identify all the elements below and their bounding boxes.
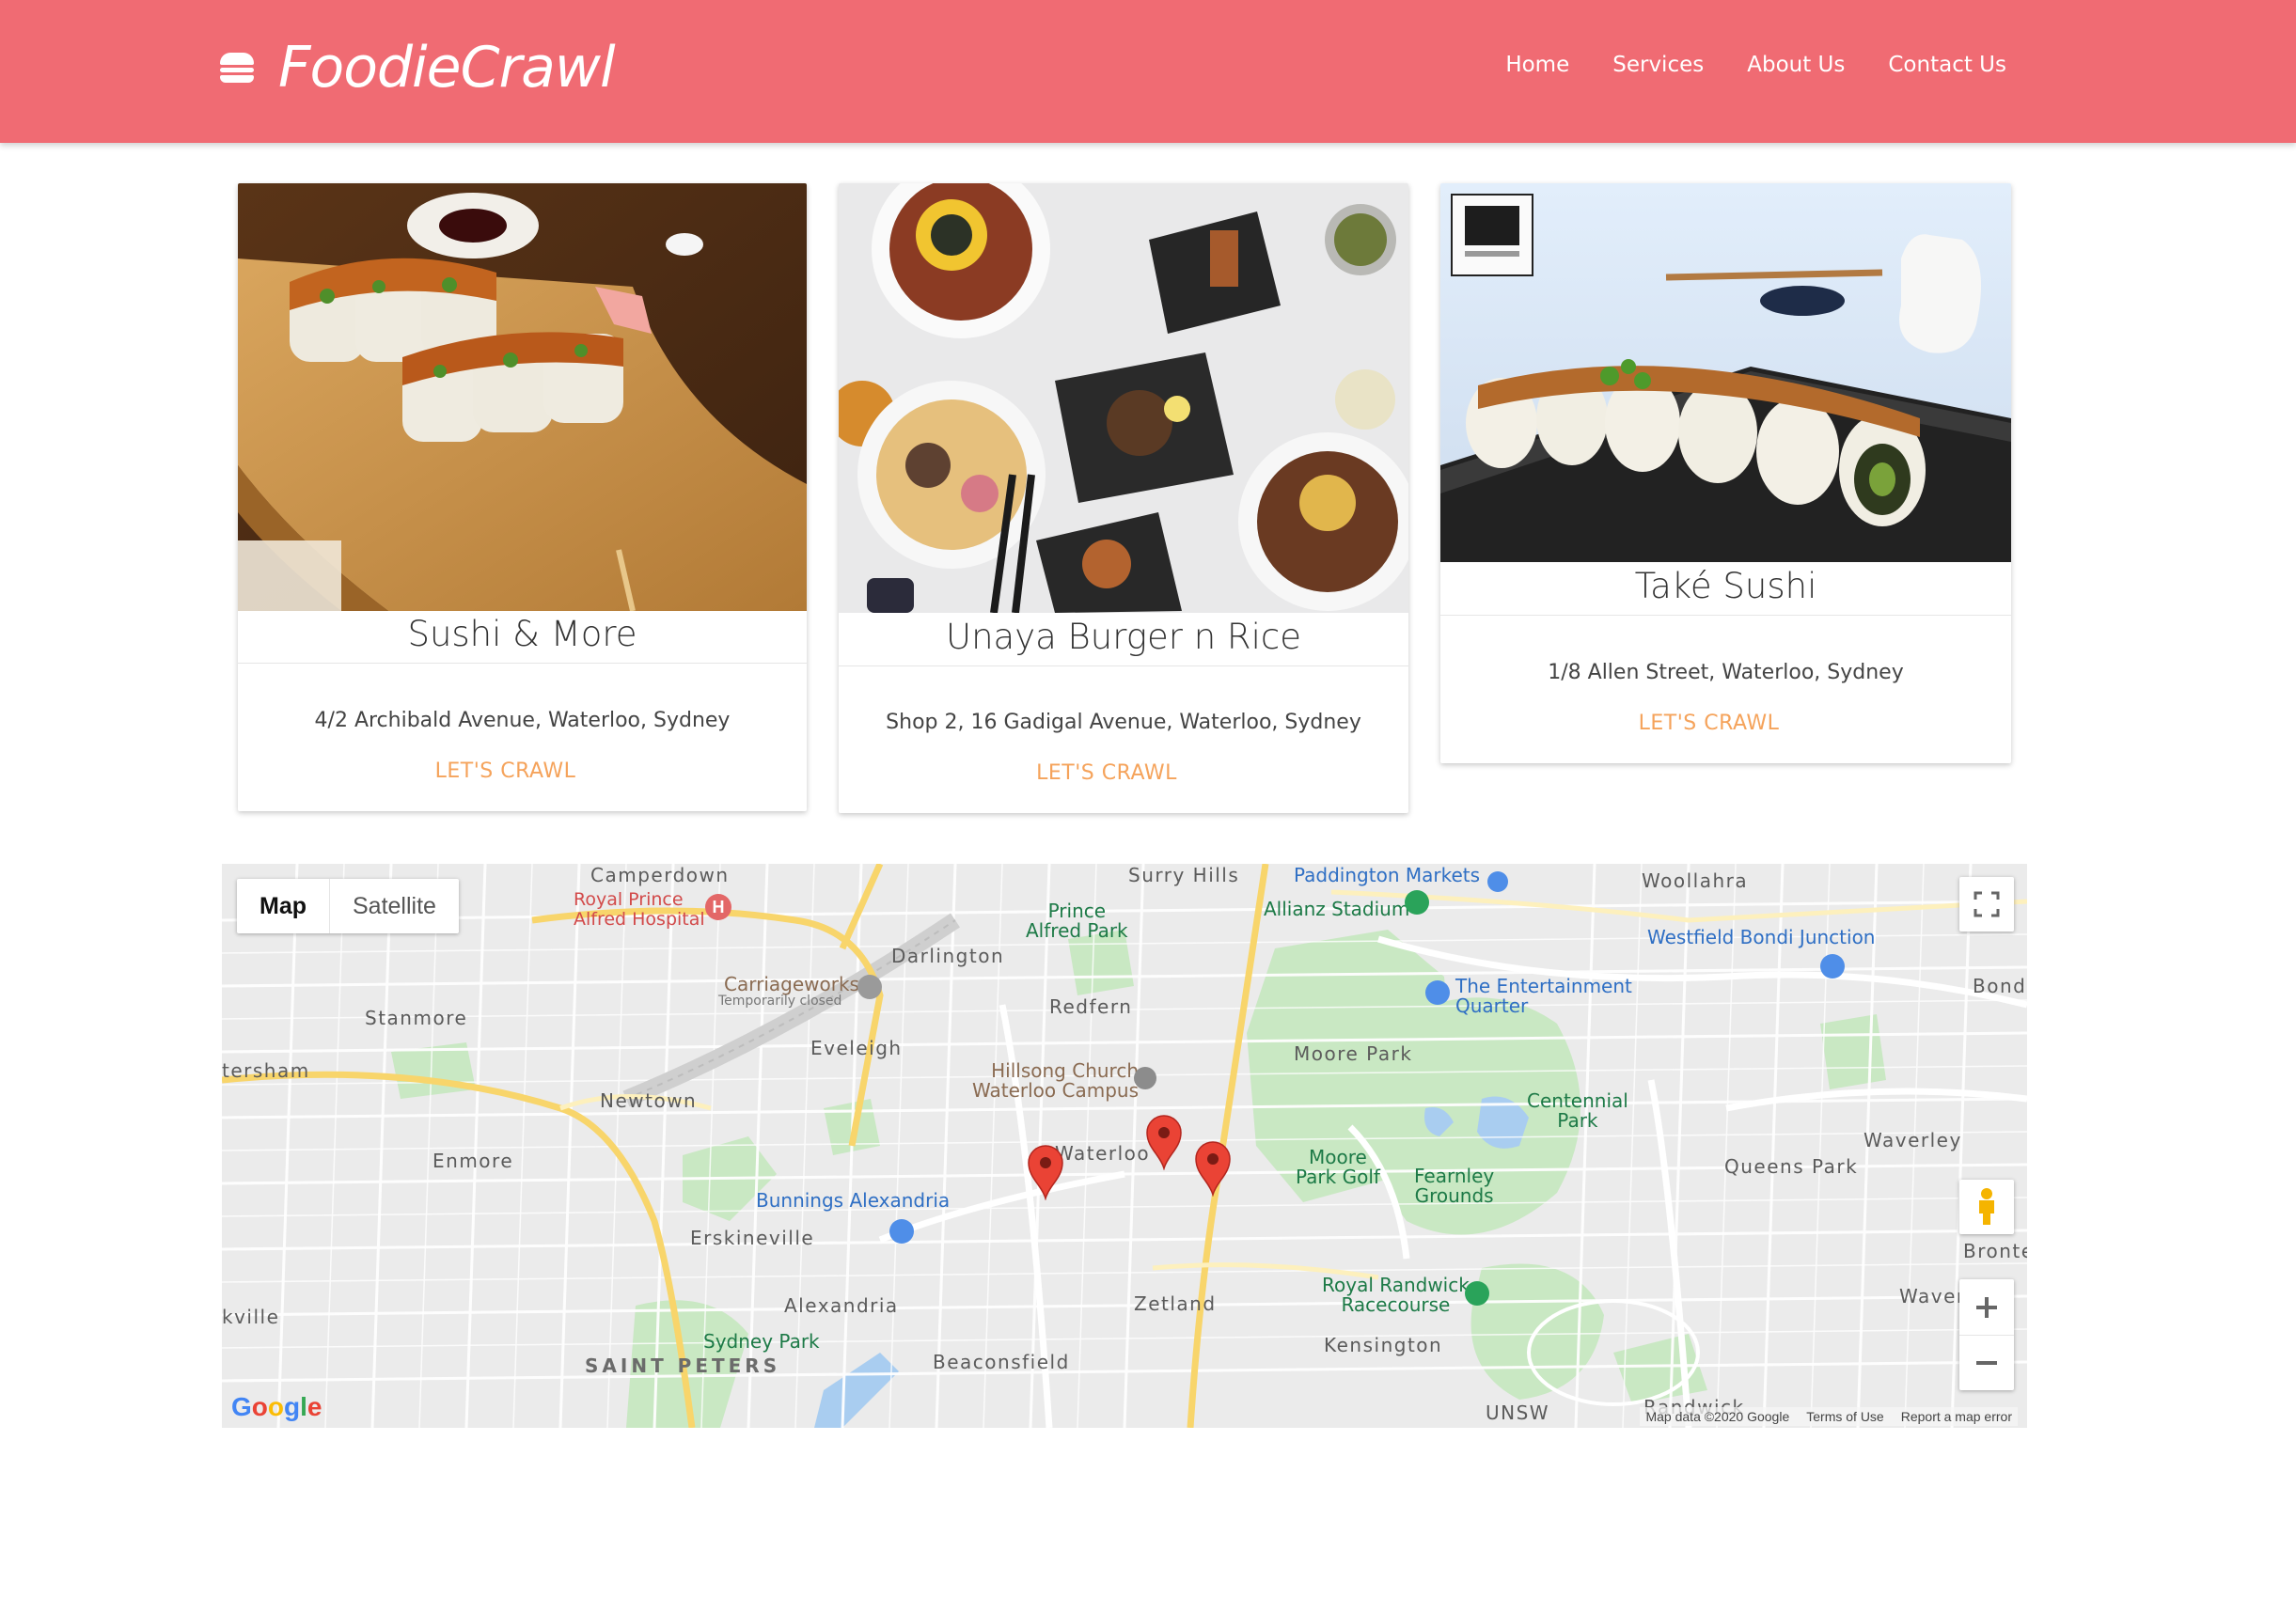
map-label-surry-hills: Surry Hills: [1128, 864, 1240, 886]
map-label-kensington: Kensington: [1324, 1334, 1443, 1356]
sushi-roll-image: [1440, 183, 2011, 562]
map-type-control: Map Satellite: [237, 879, 459, 933]
pegman-icon: [1979, 1188, 1994, 1225]
card-divider: [1440, 615, 2011, 616]
shopping-icon: [1487, 871, 1508, 892]
map-label-sydney-park: Sydney Park: [703, 1330, 820, 1353]
map-label-fearnley-grounds: Fearnley Grounds: [1414, 1165, 1495, 1207]
restaurant-card: Také Sushi 1/8 Allen Street, Waterloo, S…: [1440, 183, 2011, 763]
card-address: 1/8 Allen Street, Waterloo, Sydney: [1548, 661, 1904, 684]
card-address: 4/2 Archibald Avenue, Waterloo, Sydney: [314, 709, 731, 732]
nav-services[interactable]: Services: [1612, 53, 1704, 77]
map-label-waterloo: Waterloo: [1055, 1142, 1151, 1165]
google-logo: Google: [231, 1392, 322, 1421]
restaurant-card: Sushi & More 4/2 Archibald Avenue, Water…: [238, 183, 807, 811]
nav-contact-us[interactable]: Contact Us: [1888, 53, 2006, 77]
church-icon: [1134, 1067, 1156, 1089]
map-label-bronte: Bronte: [1963, 1240, 2027, 1262]
map-label-prince-alfred-park: Prince Alfred Park: [1026, 900, 1128, 942]
lets-crawl-link[interactable]: LET'S CRAWL: [839, 761, 1392, 785]
map-label-darlington: Darlington: [891, 945, 1005, 967]
zoom-out-button[interactable]: [1959, 1336, 2014, 1390]
map-label-moore-park-golf: Moore Park Golf: [1296, 1146, 1380, 1188]
main-nav: Home Services About Us Contact Us: [1505, 53, 2006, 77]
map-label-waverley: Waverley: [1864, 1129, 1962, 1151]
map-label-temporarily-closed: Temporarily closed: [718, 994, 842, 1009]
map-label-redfern: Redfern: [1049, 995, 1133, 1018]
burger-icon: [220, 53, 254, 83]
hospital-icon: H: [705, 894, 731, 920]
nav-home[interactable]: Home: [1505, 53, 1569, 77]
map-label-camperdown: Camperdown: [590, 864, 730, 886]
map-label-paddington-markets: Paddington Markets: [1294, 864, 1481, 886]
restaurant-marker[interactable]: [1145, 1114, 1183, 1170]
map-label-royal-prince-alfred: Royal Prince Alfred Hospital: [574, 890, 705, 930]
map-label-woollahra: Woollahra: [1642, 869, 1749, 892]
shopping-icon: [1820, 954, 1845, 979]
card-address: Shop 2, 16 Gadigal Avenue, Waterloo, Syd…: [886, 711, 1361, 734]
sushi-platter-image: [238, 183, 807, 611]
map-label-carriageworks: Carriageworks: [724, 973, 859, 995]
map-label-saint-peters: SAINT PETERS: [585, 1354, 781, 1377]
map-label-zetland: Zetland: [1134, 1292, 1217, 1315]
report-map-error-link[interactable]: Report a map error: [1901, 1409, 2012, 1424]
map-label-westfield: Westfield Bondi Junction: [1647, 926, 1876, 948]
map-label-petersham: tersham: [222, 1059, 310, 1082]
fullscreen-button[interactable]: [1959, 877, 2014, 932]
map-label-queens-park: Queens Park: [1724, 1155, 1859, 1178]
restaurant-card: Unaya Burger n Rice Shop 2, 16 Gadigal A…: [839, 183, 1408, 813]
site-header: FoodieCrawl Home Services About Us Conta…: [0, 0, 2296, 143]
plus-icon: [1976, 1296, 1997, 1318]
map-label-bondi: Bond: [1973, 975, 2027, 997]
fullscreen-icon: [1974, 891, 2000, 917]
map-label-royal-prince-text: Royal Prince Alfred Hospital: [574, 889, 705, 930]
map-label-allianz-stadium: Allianz Stadium: [1264, 898, 1410, 920]
map-label-alexandria: Alexandria: [784, 1294, 899, 1317]
terms-of-use-link[interactable]: Terms of Use: [1806, 1409, 1883, 1424]
nav-about-us[interactable]: About Us: [1747, 53, 1845, 77]
landmark-icon: [857, 975, 882, 999]
map-label-unsw: UNSW: [1486, 1401, 1550, 1424]
map-label-entertainment-quarter: The Entertainment Quarter: [1455, 975, 1632, 1017]
lets-crawl-link[interactable]: LET'S CRAWL: [238, 759, 790, 783]
map-label-centennial-park: Centennial Park: [1527, 1089, 1628, 1132]
map-label-marrickville: kville: [222, 1306, 280, 1328]
logo-text: FoodieCrawl: [278, 35, 616, 101]
google-map[interactable]: Camperdown Royal Prince Alfred Hospital …: [222, 864, 2027, 1428]
map-label-erskineville: Erskineville: [690, 1227, 815, 1249]
shopping-icon: [889, 1219, 914, 1244]
map-label-moore-park: Moore Park: [1294, 1042, 1413, 1065]
map-label-newtown: Newtown: [600, 1089, 698, 1112]
map-label-enmore: Enmore: [432, 1150, 514, 1172]
restaurant-marker[interactable]: [1194, 1140, 1232, 1197]
map-label-royal-randwick: Royal Randwick Racecourse: [1322, 1274, 1470, 1316]
map-type-map-button[interactable]: Map: [237, 879, 330, 933]
map-label-stanmore: Stanmore: [365, 1007, 468, 1029]
shopping-icon: [1425, 980, 1450, 1005]
card-title: Také Sushi: [1634, 566, 1817, 606]
street-view-pegman[interactable]: [1959, 1180, 2014, 1234]
map-type-satellite-button[interactable]: Satellite: [330, 879, 459, 933]
restaurant-marker[interactable]: [1027, 1144, 1064, 1200]
card-title: Unaya Burger n Rice: [945, 617, 1302, 657]
map-label-hillsong: Hillsong Church Waterloo Campus: [972, 1059, 1140, 1102]
map-label-bunnings: Bunnings Alexandria: [756, 1189, 951, 1212]
site-logo[interactable]: FoodieCrawl: [220, 28, 616, 107]
racecourse-icon: [1465, 1281, 1489, 1306]
map-label-beaconsfield: Beaconsfield: [933, 1351, 1070, 1373]
minus-icon: [1976, 1360, 1997, 1365]
rice-bowls-image: [839, 183, 1408, 613]
card-divider: [238, 663, 807, 664]
map-label-eveleigh: Eveleigh: [810, 1037, 903, 1059]
map-attribution: Map data ©2020 Google Terms of Use Repor…: [1640, 1407, 2018, 1426]
stadium-icon: [1405, 890, 1429, 915]
map-data-credit: Map data ©2020 Google: [1645, 1409, 1790, 1424]
zoom-control: [1959, 1279, 2014, 1390]
lets-crawl-link[interactable]: LET'S CRAWL: [1440, 712, 1994, 735]
zoom-in-button[interactable]: [1959, 1280, 2014, 1336]
card-divider: [839, 665, 1408, 666]
card-title: Sushi & More: [407, 614, 637, 654]
